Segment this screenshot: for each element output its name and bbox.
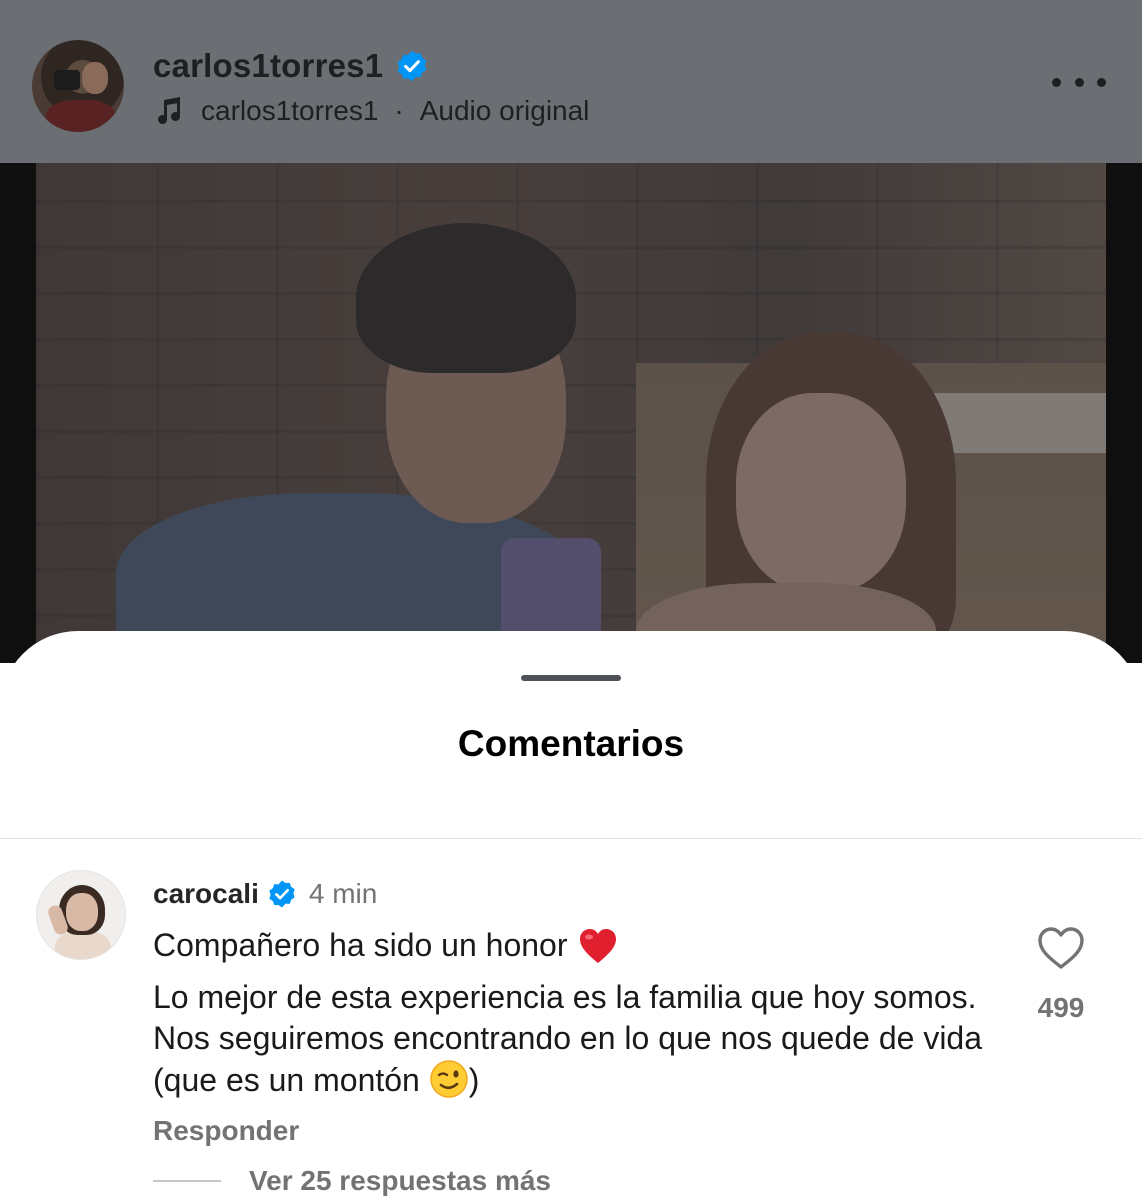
post-author[interactable]: carlos1torres1 [153, 46, 429, 86]
comment-username[interactable]: carocali [153, 878, 259, 910]
audio-label[interactable]: Audio original [420, 95, 590, 127]
comment-header: carocali 4 min [153, 875, 377, 913]
heart-outline-icon[interactable] [1036, 925, 1086, 971]
video-frame [36, 163, 1106, 663]
comment-body: Lo mejor de esta experiencia es la famil… [153, 979, 983, 1098]
verified-badge-icon [397, 50, 427, 82]
more-options-icon[interactable] [1052, 70, 1106, 94]
divider [0, 838, 1142, 839]
sheet-grabber[interactable] [521, 675, 621, 681]
comment-line1: Compañero ha sido un honor [153, 927, 568, 963]
comment-body-end: ) [468, 1062, 480, 1098]
reply-button[interactable]: Responder [153, 1115, 299, 1147]
post-header: carlos1torres1 carlos1torres1 · Audio or… [0, 0, 1142, 163]
view-replies-label[interactable]: Ver 25 respuestas más [249, 1165, 551, 1197]
audio-author[interactable]: carlos1torres1 [201, 95, 378, 127]
post-author-avatar[interactable] [32, 40, 124, 132]
reel-video[interactable] [0, 163, 1142, 663]
like-count: 499 [1037, 992, 1085, 1023]
audio-separator: · [394, 95, 404, 126]
audio-info[interactable]: carlos1torres1 · Audio original [153, 93, 589, 129]
comments-sheet: Comentarios carocali 4 min Compañero ha … [0, 631, 1142, 1200]
comment-text: Compañero ha sido un honor Lo mejor de e… [153, 925, 993, 1101]
view-replies-button[interactable]: Ver 25 respuestas más [153, 1161, 551, 1200]
music-note-icon [158, 97, 181, 125]
replies-divider-line [153, 1180, 221, 1182]
sheet-title: Comentarios [457, 723, 685, 764]
verified-badge-icon [269, 880, 295, 908]
red-heart-emoji [579, 928, 616, 963]
post-username[interactable]: carlos1torres1 [153, 47, 383, 85]
winking-face-emoji [429, 1060, 468, 1098]
commenter-avatar[interactable] [36, 870, 126, 960]
comment-time: 4 min [308, 878, 378, 909]
